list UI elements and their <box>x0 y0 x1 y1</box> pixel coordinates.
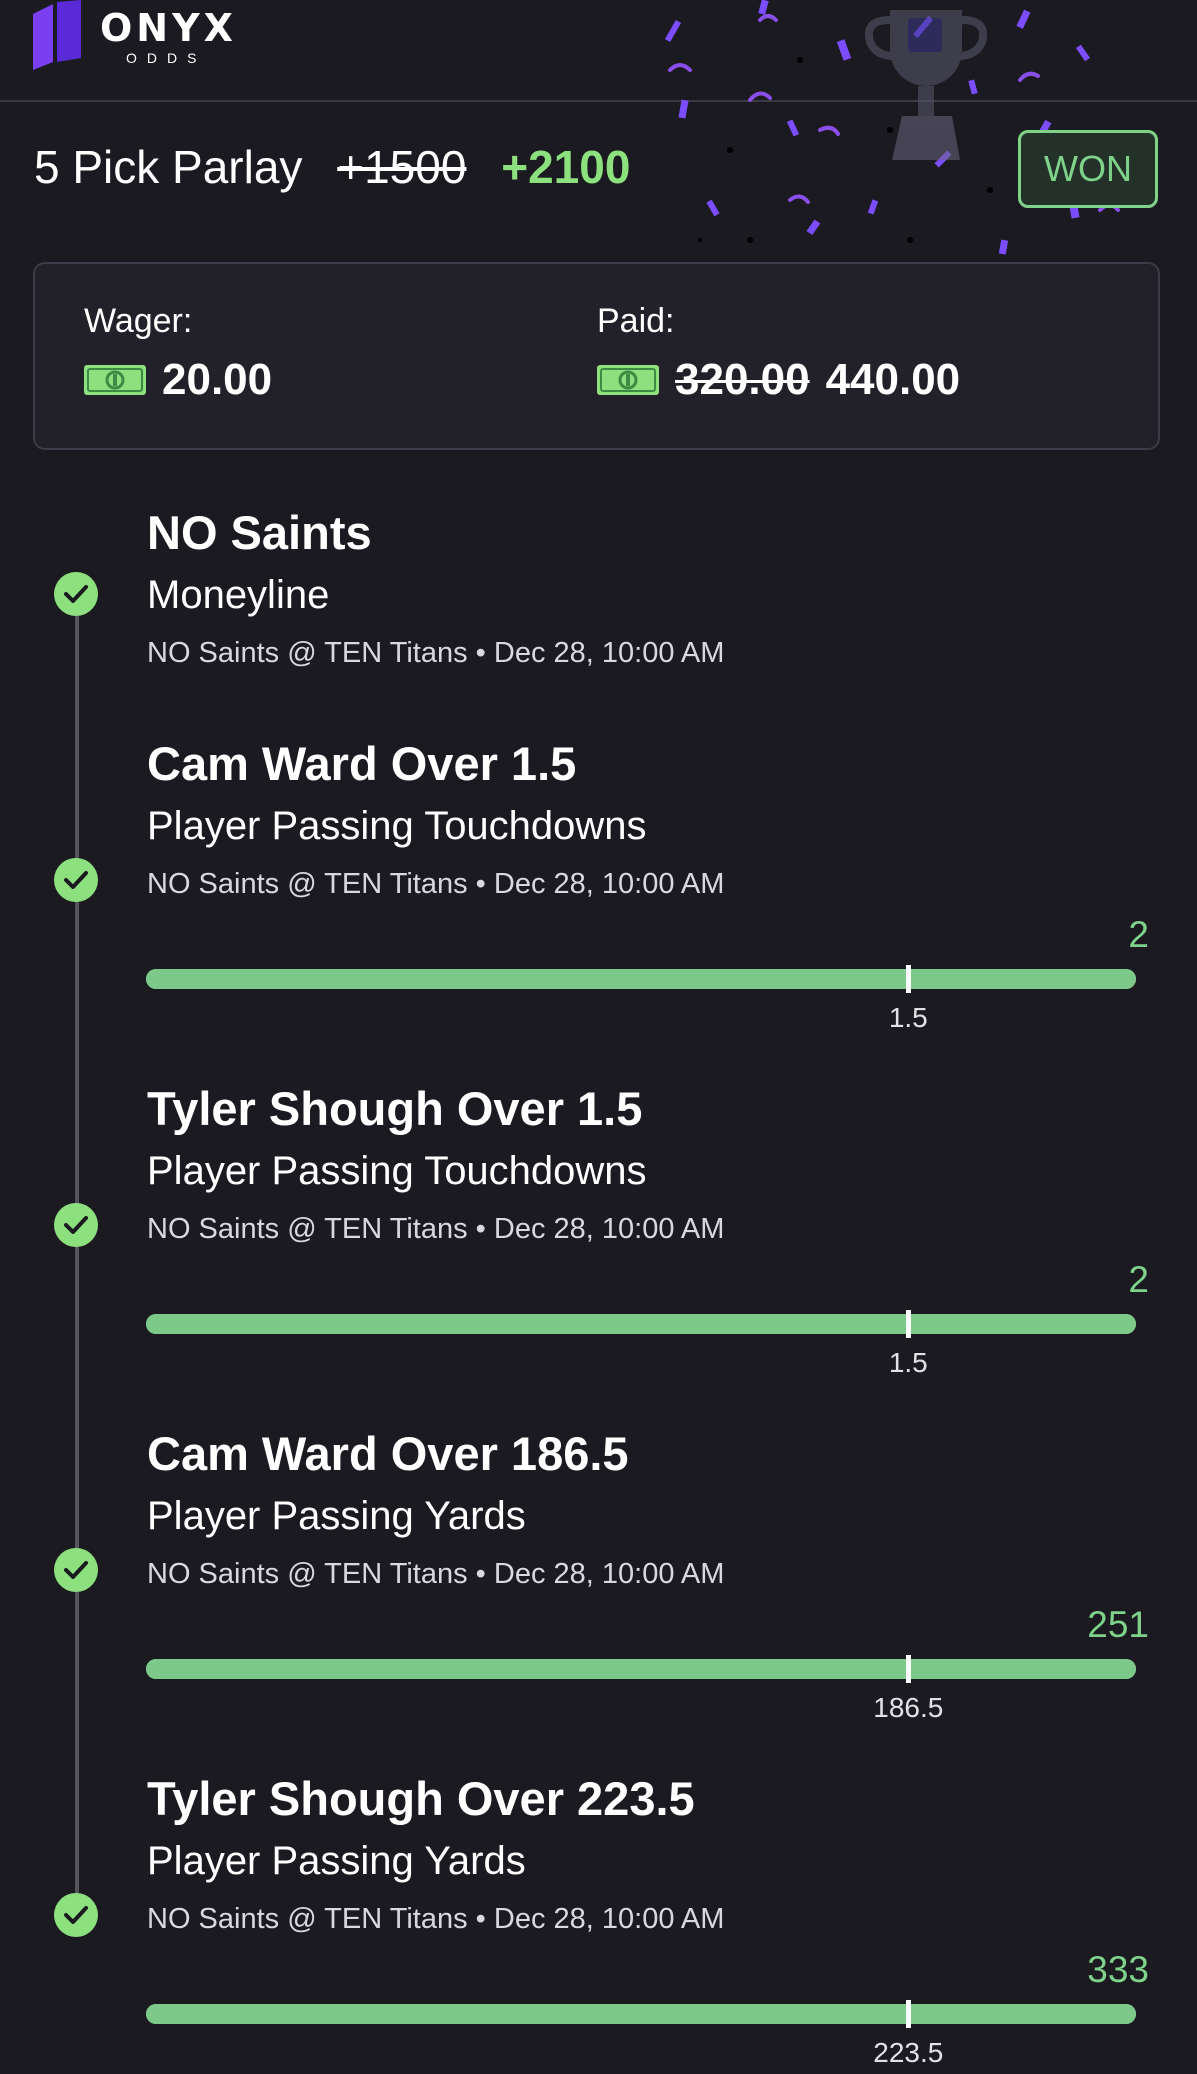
line-label: 223.5 <box>873 2037 944 2068</box>
progress-bar <box>146 1310 1136 1338</box>
brand-subtitle: ODDS <box>126 50 207 66</box>
pick-title: NO Saints <box>147 506 372 559</box>
line-marker <box>906 1655 912 1683</box>
pick-title: Cam Ward Over 1.5 <box>147 737 577 790</box>
paid-field: Paid: 320.00 440.00 <box>597 302 960 405</box>
pick-game-info: NO Saints @ TEN Titans • Dec 28, 10:00 A… <box>147 868 725 900</box>
bet-title: 5 Pick Parlay <box>34 141 303 193</box>
pick-market: Player Passing Touchdowns <box>147 804 647 848</box>
progress-bar <box>146 2000 1136 2028</box>
bet-title-row: 5 Pick Parlay +1500 +2100 <box>34 140 652 194</box>
line-label: 186.5 <box>873 1692 944 1723</box>
progress-fill <box>146 1314 1136 1334</box>
check-circle-icon <box>54 572 98 616</box>
wager-card: Wager: 20.00 Paid: 320.00 440.00 <box>33 262 1160 450</box>
cash-icon <box>84 365 146 395</box>
actual-stat: 2 <box>1128 1259 1149 1300</box>
actual-stat: 251 <box>1087 1604 1149 1645</box>
pick-title: Cam Ward Over 186.5 <box>147 1427 629 1480</box>
timeline-line <box>75 592 79 1922</box>
line-label: 1.5 <box>888 1347 928 1378</box>
wager-amount: 20.00 <box>162 355 273 404</box>
pick-game-info: NO Saints @ TEN Titans • Dec 28, 10:00 A… <box>147 637 725 669</box>
check-circle-icon <box>54 1893 98 1937</box>
line-marker <box>906 2000 912 2028</box>
pick-game-info: NO Saints @ TEN Titans • Dec 28, 10:00 A… <box>147 1558 725 1590</box>
brand-name: ONYX <box>100 6 237 50</box>
original-odds: +1500 <box>337 141 467 193</box>
original-payout: 320.00 <box>675 355 810 404</box>
wager-label: Wager: <box>84 302 193 340</box>
pick-game-info: NO Saints @ TEN Titans • Dec 28, 10:00 A… <box>147 1213 725 1245</box>
pick-title: Tyler Shough Over 1.5 <box>147 1082 643 1135</box>
pick-market: Player Passing Yards <box>147 1839 526 1883</box>
progress-bar <box>146 1655 1136 1683</box>
status-badge: WON <box>1018 130 1158 208</box>
line-label: 1.5 <box>888 1002 928 1033</box>
check-circle-icon <box>54 1548 98 1592</box>
line-marker <box>906 1310 912 1338</box>
paid-label: Paid: <box>597 302 675 340</box>
boosted-odds: +2100 <box>501 141 631 193</box>
pick-market: Player Passing Yards <box>147 1494 526 1538</box>
progress-bar <box>146 965 1136 993</box>
actual-stat: 2 <box>1128 914 1149 955</box>
progress-fill <box>146 1659 1136 1679</box>
progress-fill <box>146 2004 1136 2024</box>
pick-game-info: NO Saints @ TEN Titans • Dec 28, 10:00 A… <box>147 1903 725 1935</box>
pick-market: Player Passing Touchdowns <box>147 1149 647 1193</box>
pick-market: Moneyline <box>147 573 330 617</box>
wager-field: Wager: 20.00 <box>84 302 272 405</box>
cash-icon <box>597 365 659 395</box>
check-circle-icon <box>54 858 98 902</box>
progress-fill <box>146 969 1136 989</box>
pick-title: Tyler Shough Over 223.5 <box>147 1772 695 1825</box>
line-marker <box>906 965 912 993</box>
actual-stat: 333 <box>1087 1949 1149 1990</box>
check-circle-icon <box>54 1203 98 1247</box>
boosted-payout: 440.00 <box>825 355 961 404</box>
onyx-logo-icon <box>33 0 81 70</box>
